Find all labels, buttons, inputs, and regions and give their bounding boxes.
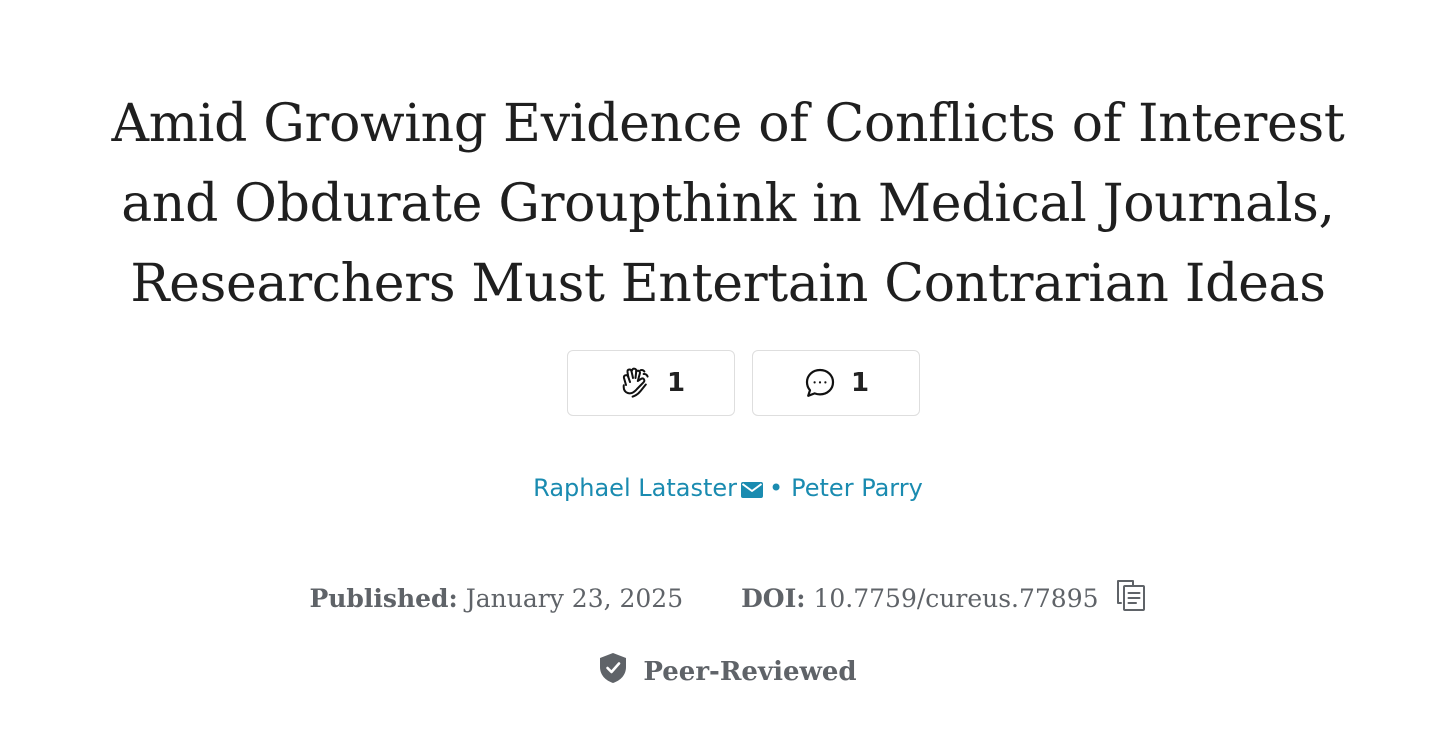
title-line: Amid Growing Evidence of Conflicts of In… (111, 94, 1345, 154)
comment-count: 1 (850, 368, 870, 398)
peer-review-label: Peer-Reviewed (643, 656, 857, 687)
peer-review-badge: Peer-Reviewed (0, 652, 1456, 691)
mail-icon[interactable] (740, 476, 763, 504)
clap-icon (617, 365, 653, 401)
comment-button[interactable]: 1 (752, 350, 920, 416)
title-line: and Obdurate Groupthink in Medical Journ… (121, 174, 1335, 234)
author-list: Raphael Lataster • Peter Parry (0, 474, 1456, 502)
title-line: Researchers Must Entertain Contrarian Id… (130, 254, 1326, 314)
published-label: Published: (309, 583, 458, 613)
author-link-peter-parry[interactable]: Peter Parry (791, 474, 923, 502)
clap-count: 1 (666, 368, 686, 398)
article-title: Amid Growing Evidence of Conflicts of In… (0, 84, 1456, 324)
clap-button[interactable]: 1 (567, 350, 735, 416)
author-link-raphael-lataster[interactable]: Raphael Lataster (533, 474, 737, 502)
publication-meta: Published: January 23, 2025 DOI: 10.7759… (0, 578, 1456, 618)
published-info: Published: January 23, 2025 (309, 584, 683, 613)
copy-icon[interactable] (1115, 578, 1147, 618)
doi-info: DOI: 10.7759/cureus.77895 (741, 584, 1098, 613)
shield-check-icon (599, 652, 627, 691)
comment-icon (803, 366, 837, 400)
doi-value: 10.7759/cureus.77895 (813, 583, 1099, 613)
doi-label: DOI: (741, 583, 806, 613)
author-separator: • (768, 474, 784, 502)
published-date: January 23, 2025 (465, 583, 684, 613)
